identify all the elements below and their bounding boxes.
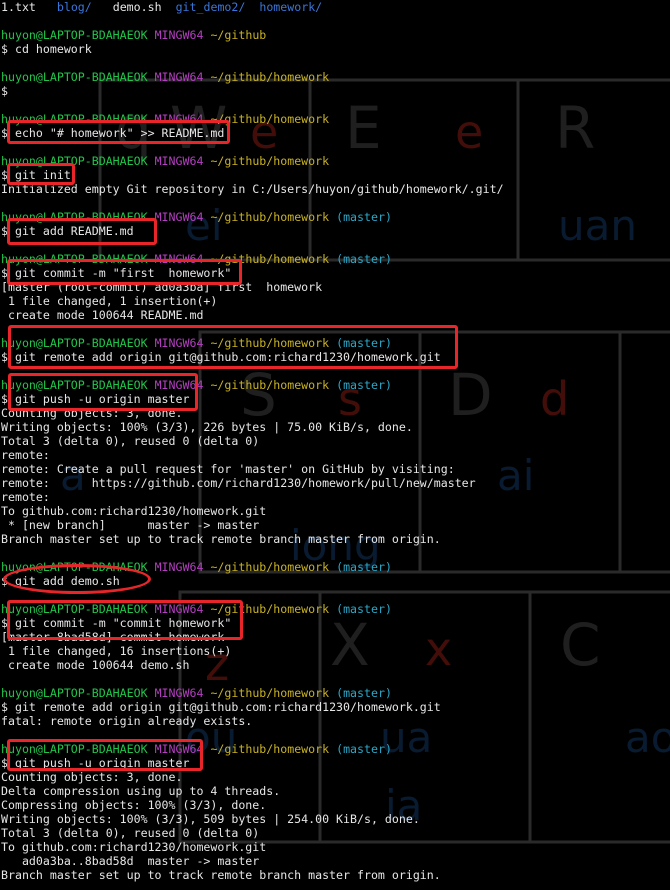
highlight-git-push-1 (8, 373, 198, 411)
command-line: $ (1, 84, 15, 98)
command-output: ad0a3ba..8bad58d master -> master (1, 854, 260, 868)
highlight-git-add-demo (3, 564, 151, 594)
command-line: $ cd homework (1, 42, 92, 56)
command-output: Compressing objects: 100% (3/3), done. (1, 798, 267, 812)
highlight-git-remote-add (8, 325, 458, 369)
command-output: Writing objects: 100% (3/3), 226 bytes |… (1, 420, 413, 434)
prompt-branch: (master) (336, 602, 392, 616)
prompt-shell: MINGW64 (154, 210, 204, 224)
prompt-branch: (master) (336, 252, 392, 266)
prompt-path: ~/github/homework (210, 378, 330, 392)
highlight-git-push-2 (7, 739, 203, 771)
prompt-path: ~/github (210, 28, 267, 42)
command-output: remote: Create a pull request for 'maste… (1, 462, 455, 476)
prompt-branch: (master) (336, 210, 392, 224)
command-text: cd homework (14, 42, 92, 56)
prompt-shell: MINGW64 (154, 686, 204, 700)
command-output: remote: https://github.com/richard1230/h… (1, 476, 476, 490)
prompt-branch: (master) (336, 378, 392, 392)
prompt-path: ~/github/homework (210, 560, 330, 574)
command-text: git remote add origin git@github.com:ric… (14, 700, 441, 714)
prompt-shell: MINGW64 (154, 560, 204, 574)
prompt-user-host: huyon@LAPTOP-BDAHAEOK (1, 686, 148, 700)
highlight-git-commit-homework (7, 600, 243, 640)
command-output: fatal: remote origin already exists. (1, 714, 253, 728)
highlight-git-commit-first (7, 259, 242, 285)
command-output: Initialized empty Git repository in C:/U… (1, 182, 504, 196)
prompt-path: ~/github/homework (210, 686, 330, 700)
prompt-shell: MINGW64 (154, 70, 204, 84)
prompt-branch: (master) (336, 742, 392, 756)
prompt-line: huyon@LAPTOP-BDAHAEOK MINGW64 ~/github/h… (1, 154, 670, 168)
command-output: 1 file changed, 16 insertions(+) (1, 644, 232, 658)
prompt-user-host: huyon@LAPTOP-BDAHAEOK (1, 28, 148, 42)
command-line: $ git remote add origin git@github.com:r… (1, 700, 441, 714)
file-entry: demo.sh (112, 0, 162, 14)
command-line: $ git init (1, 168, 71, 182)
command-output: Total 3 (delta 0), reused 0 (delta 0) (1, 826, 260, 840)
command-output: Counting objects: 3, done. (1, 770, 183, 784)
dir-entry: blog/ (56, 0, 92, 14)
command-output: To github.com:richard1230/homework.git (1, 840, 267, 854)
command-output: create mode 100644 demo.sh (1, 658, 190, 672)
command-output: Delta compression using up to 4 threads. (1, 784, 281, 798)
prompt-path: ~/github/homework (210, 742, 330, 756)
highlight-git-add-readme (7, 218, 157, 245)
highlight-git-init (7, 163, 75, 185)
command-output: Branch master set up to track remote bra… (1, 868, 441, 882)
prompt-path: ~/github/homework (210, 70, 330, 84)
command-output: Branch master set up to track remote bra… (1, 532, 441, 546)
prompt-shell: MINGW64 (154, 28, 204, 42)
highlight-echo (7, 120, 230, 144)
prompt-line: huyon@LAPTOP-BDAHAEOK MINGW64 ~/github (1, 28, 670, 42)
prompt-path: ~/github/homework (210, 154, 330, 168)
command-output: To github.com:richard1230/homework.git (1, 504, 267, 518)
command-output: 1 file changed, 1 insertion(+) (1, 294, 218, 308)
command-output: Writing objects: 100% (3/3), 509 bytes |… (1, 812, 420, 826)
command-output: create mode 100644 README.md (1, 308, 204, 322)
prompt-branch: (master) (336, 560, 392, 574)
ls-output: 1.txt blog/ demo.sh git_demo2/ homework/ (1, 0, 670, 14)
dir-entry: homework/ (259, 0, 323, 14)
prompt-branch: (master) (336, 686, 392, 700)
command-output: * [new branch] master -> master (1, 518, 260, 532)
prompt-shell: MINGW64 (154, 154, 204, 168)
command-output: remote: (1, 448, 50, 462)
prompt-line: huyon@LAPTOP-BDAHAEOK MINGW64 ~/github/h… (1, 70, 670, 84)
prompt-path: ~/github/homework (210, 210, 330, 224)
prompt-user-host: huyon@LAPTOP-BDAHAEOK (1, 70, 148, 84)
command-output: Total 3 (delta 0), reused 0 (delta 0) (1, 434, 260, 448)
dir-entry: git_demo2/ (175, 0, 246, 14)
file-entry: 1.txt (1, 0, 36, 14)
command-output: remote: (1, 490, 50, 504)
prompt-line: huyon@LAPTOP-BDAHAEOK MINGW64 ~/github/h… (1, 686, 670, 700)
